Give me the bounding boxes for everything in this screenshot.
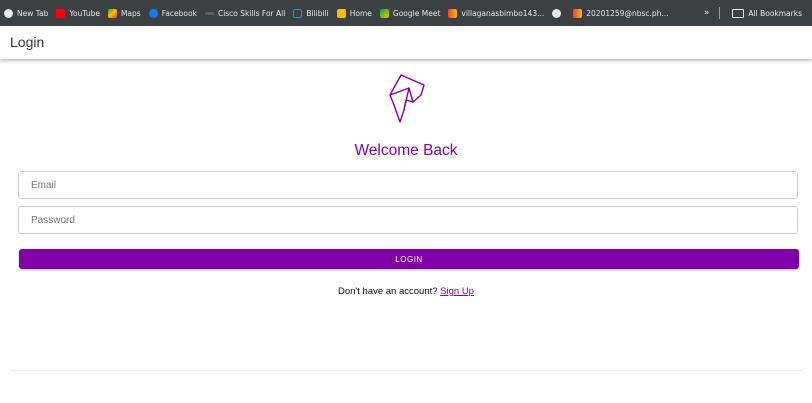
globe-icon	[4, 8, 13, 18]
bookmark-label: Home	[349, 8, 372, 18]
footer-divider	[10, 370, 802, 371]
bookmark-youtube[interactable]: YouTube	[52, 0, 104, 26]
home-icon	[336, 8, 346, 18]
folder-icon	[732, 8, 745, 18]
bookmark-label: YouTube	[69, 8, 100, 18]
bookmark-google-meet[interactable]: Google Meet	[376, 0, 444, 26]
bookmark-label: 20201259@nbsc.ph...	[586, 8, 669, 18]
welcome-heading: Welcome Back	[354, 142, 458, 159]
youtube-icon	[56, 8, 66, 18]
bookmark-cisco[interactable]: Cisco Skills For All	[201, 0, 289, 26]
globe-icon	[552, 8, 562, 18]
cisco-icon	[204, 11, 214, 15]
bookmark-label: Facebook	[161, 8, 197, 18]
bookmark-bilibili[interactable]: Bilibili	[289, 0, 332, 26]
bookmark-label: New Tab	[17, 8, 49, 18]
signup-link[interactable]: Sign Up	[440, 286, 474, 297]
signup-prompt-line: Don't have an account? Sign Up	[0, 286, 812, 297]
bookmarks-right: » All Bookmarks	[694, 0, 806, 26]
email-input[interactable]	[18, 171, 798, 199]
signup-prompt: Don't have an account?	[338, 286, 438, 297]
bookmark-label: villaganasbimbo143...	[461, 8, 545, 18]
google-meet-icon	[379, 8, 389, 18]
bookmark-gmail-nbsc[interactable]: 20201259@nbsc.ph...	[569, 0, 672, 26]
facebook-icon	[148, 8, 158, 18]
paper-plane-logo-icon	[389, 74, 425, 123]
bookmark-label: Cisco Skills For All	[217, 8, 286, 18]
app-bar: Login	[0, 26, 812, 59]
password-input[interactable]	[18, 206, 798, 234]
bookmarks-bar: New Tab YouTube Maps Facebook Cisco Skil…	[0, 0, 812, 26]
bookmarks-overflow-button[interactable]: »	[694, 8, 720, 18]
all-bookmarks-button[interactable]: All Bookmarks	[728, 0, 806, 26]
bookmark-home[interactable]: Home	[333, 0, 376, 26]
login-button[interactable]: LOGIN	[19, 249, 799, 269]
bookmark-label: Bilibili	[306, 8, 329, 18]
bookmark-label: Google Meet	[392, 8, 441, 18]
bookmarks-divider	[719, 7, 721, 19]
gmail-icon	[448, 8, 458, 18]
page-title: Login	[10, 34, 45, 50]
bookmark-maps[interactable]: Maps	[104, 0, 145, 26]
gmail-icon	[573, 8, 583, 18]
bilibili-icon	[293, 8, 303, 18]
bookmark-facebook[interactable]: Facebook	[145, 0, 201, 26]
bookmark-globe[interactable]	[548, 0, 569, 26]
bookmark-gmail-villaganas[interactable]: villaganasbimbo143...	[444, 0, 548, 26]
all-bookmarks-label: All Bookmarks	[748, 8, 802, 18]
bookmark-new-tab[interactable]: New Tab	[0, 0, 52, 26]
maps-icon	[107, 8, 117, 18]
bookmark-label: Maps	[120, 8, 141, 18]
